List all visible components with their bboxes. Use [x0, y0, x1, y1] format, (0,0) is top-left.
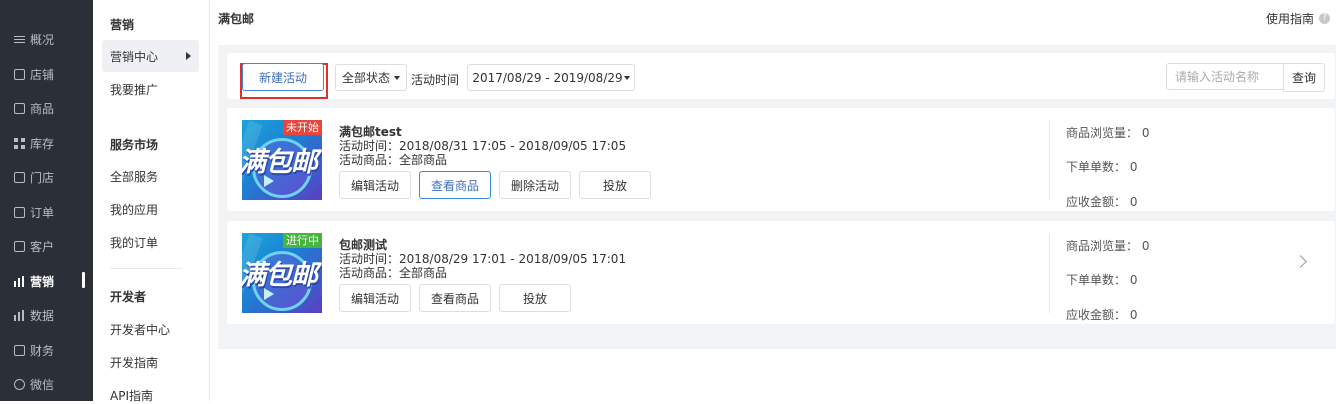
stat-product-views: 商品浏览量： 0 — [1066, 239, 1150, 253]
chat-icon — [14, 378, 25, 390]
order-icon — [14, 206, 25, 218]
publish-button[interactable]: 投放 — [499, 284, 571, 312]
stat-order-count: 下单单数： 0 — [1066, 273, 1138, 287]
publish-button[interactable]: 投放 — [579, 171, 651, 199]
grid-icon — [14, 137, 25, 149]
bar-chart-icon — [14, 275, 25, 287]
help-icon: ? — [1319, 13, 1330, 24]
thumbnail-text: 满包邮 — [242, 147, 318, 178]
edit-activity-button[interactable]: 编辑活动 — [339, 284, 411, 312]
caret-down-icon — [623, 75, 630, 80]
nav-item-label: 微信 — [30, 377, 55, 392]
list-icon — [14, 34, 25, 45]
status-select-value: 全部状态 — [341, 71, 390, 85]
customer-icon — [14, 240, 25, 252]
nav-item-orders[interactable]: 订单 — [0, 195, 93, 229]
status-select[interactable]: 全部状态 — [335, 64, 407, 91]
view-products-button[interactable]: 查看商品 — [419, 284, 491, 312]
edit-activity-button[interactable]: 编辑活动 — [339, 171, 411, 199]
nav-item-label: 库存 — [30, 136, 55, 151]
new-activity-button[interactable]: 新建活动 — [242, 63, 324, 91]
nav-item-label: 订单 — [30, 205, 55, 220]
activity-card: 满包邮 未开始 满包邮test 活动时间：2018/08/31 17:05 - … — [227, 108, 1335, 211]
subnav-item-my-apps[interactable]: 我的应用 — [110, 201, 158, 218]
play-icon — [264, 175, 274, 187]
subnav-item-api-guide[interactable]: API指南 — [110, 387, 153, 404]
line-chart-icon — [14, 309, 25, 321]
nav-item-shops[interactable]: 门店 — [0, 160, 93, 194]
delete-activity-button[interactable]: 删除活动 — [499, 171, 571, 199]
stats-divider — [1049, 233, 1050, 313]
subnav-item-label: 营销中心 — [110, 49, 159, 64]
activity-goods: 活动商品：全部商品 — [339, 153, 448, 167]
play-icon — [264, 288, 274, 300]
chevron-right-icon[interactable] — [1294, 255, 1307, 268]
usage-guide-label: 使用指南 — [1265, 12, 1314, 26]
nav-item-data[interactable]: 数据 — [0, 298, 93, 332]
view-products-button[interactable]: 查看商品 — [419, 171, 491, 199]
nav-item-label: 商品 — [30, 101, 55, 116]
product-icon — [14, 102, 25, 114]
stat-order-count: 下单单数： 0 — [1066, 160, 1138, 174]
subnav-group-title: 营销 — [110, 18, 135, 32]
nav-item-label: 门店 — [30, 170, 55, 185]
activity-time-label: 活动时间 — [411, 73, 460, 87]
subnav-group-title: 服务市场 — [110, 138, 159, 152]
stat-receivable-amount: 应收金额： 0 — [1066, 308, 1138, 322]
activity-name-search-input[interactable] — [1166, 63, 1285, 90]
subnav-item-all-services[interactable]: 全部服务 — [110, 168, 158, 185]
nav-item-customers[interactable]: 客户 — [0, 229, 93, 263]
date-range-picker[interactable]: 2017/08/29 - 2019/08/29 — [467, 64, 635, 91]
nav-item-products[interactable]: 商品 — [0, 91, 93, 125]
store-icon — [14, 68, 25, 80]
nav-item-marketing[interactable]: 营销 — [0, 264, 93, 298]
thumbnail-text: 满包邮 — [242, 260, 318, 291]
search-button[interactable]: 查询 — [1283, 63, 1325, 92]
status-badge: 进行中 — [283, 233, 322, 248]
nav-item-label: 店铺 — [30, 67, 55, 82]
caret-right-icon — [186, 52, 191, 60]
nav-item-label: 概况 — [30, 32, 55, 47]
stats-divider — [1049, 120, 1050, 200]
subnav-item-promote[interactable]: 我要推广 — [110, 81, 158, 98]
shop-icon — [14, 171, 25, 183]
nav-item-label: 数据 — [30, 308, 55, 323]
subnav-item-marketing-center[interactable]: 营销中心 — [102, 40, 199, 72]
content-panel: 新建活动 全部状态 活动时间 2017/08/29 - 2019/08/29 查… — [218, 45, 1336, 349]
nav-item-inventory[interactable]: 库存 — [0, 126, 93, 160]
activity-goods: 活动商品：全部商品 — [339, 266, 448, 280]
nav-item-label: 财务 — [30, 343, 55, 358]
status-badge: 未开始 — [283, 120, 322, 135]
nav-item-store[interactable]: 店铺 — [0, 57, 93, 91]
activity-thumbnail: 满包邮 未开始 — [242, 120, 322, 200]
filter-bar: 新建活动 全部状态 活动时间 2017/08/29 - 2019/08/29 查… — [227, 53, 1335, 99]
secondary-nav: 营销 营销中心 我要推广 服务市场 全部服务 我的应用 我的订单 开发者 开发者… — [93, 0, 210, 404]
subnav-item-my-orders[interactable]: 我的订单 — [110, 234, 158, 251]
subnav-group-title: 开发者 — [110, 290, 147, 304]
activity-card[interactable]: 满包邮 进行中 包邮测试 活动时间：2018/08/29 17:01 - 201… — [227, 221, 1335, 324]
nav-item-wechat[interactable]: 微信 — [0, 367, 93, 401]
main-sidebar: 概况 店铺 商品 库存 门店 订单 客户 营销 数据 财务 微信 — [0, 0, 93, 401]
finance-icon — [14, 344, 25, 356]
activity-thumbnail: 满包邮 进行中 — [242, 233, 322, 313]
subnav-item-developer-center[interactable]: 开发者中心 — [110, 321, 170, 338]
date-range-value: 2017/08/29 - 2019/08/29 — [472, 70, 623, 85]
nav-item-label: 营销 — [30, 274, 55, 289]
nav-item-finance[interactable]: 财务 — [0, 333, 93, 367]
main-content: 满包邮 使用指南 ? 新建活动 全部状态 活动时间 2017/08/29 - 2… — [210, 0, 1336, 401]
subnav-item-dev-guide[interactable]: 开发指南 — [110, 354, 158, 371]
stat-product-views: 商品浏览量： 0 — [1066, 126, 1150, 140]
nav-item-overview[interactable]: 概况 — [0, 22, 93, 56]
nav-item-label: 客户 — [30, 239, 55, 254]
stat-receivable-amount: 应收金额： 0 — [1066, 195, 1138, 209]
caret-down-icon — [394, 75, 400, 80]
usage-guide-link[interactable]: 使用指南 ? — [1266, 10, 1330, 27]
page-title: 满包邮 — [218, 12, 255, 26]
subnav-divider — [110, 268, 182, 269]
